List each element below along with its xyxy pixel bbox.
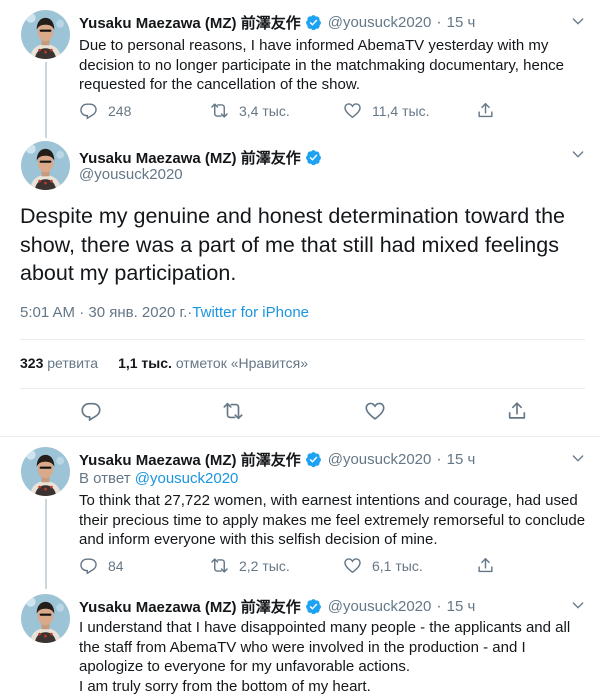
avatar[interactable] bbox=[21, 141, 70, 190]
retweet-button[interactable]: 3,4 тыс. bbox=[210, 101, 343, 120]
share-button[interactable] bbox=[506, 400, 538, 422]
like-count: 6,1 тыс. bbox=[372, 557, 423, 574]
heart-icon bbox=[343, 101, 362, 120]
retweet-icon bbox=[210, 556, 229, 575]
reply-count: 84 bbox=[108, 557, 124, 574]
verified-badge-icon bbox=[305, 598, 322, 615]
separator-dot: · bbox=[436, 597, 442, 615]
like-button[interactable]: 11,4 тыс. bbox=[343, 101, 476, 120]
share-button[interactable] bbox=[476, 101, 505, 120]
likes-stat[interactable]: 1,1 тыс. отметок «Нравится» bbox=[118, 355, 308, 371]
share-icon bbox=[506, 400, 528, 422]
author-name[interactable]: Yusaku Maezawa (MZ) 前澤友作 bbox=[79, 12, 301, 33]
author-handle[interactable]: @yousuck2020 bbox=[328, 598, 432, 615]
retweet-stat-count: 323 bbox=[20, 355, 44, 371]
divider bbox=[20, 339, 585, 340]
reply-icon bbox=[80, 400, 102, 422]
like-button[interactable]: 6,1 тыс. bbox=[343, 556, 476, 575]
retweet-count: 3,4 тыс. bbox=[239, 102, 290, 119]
tweet-text-line: I understand that I have disappointed ma… bbox=[79, 619, 571, 675]
chevron-down-icon[interactable] bbox=[570, 13, 586, 29]
author-handle[interactable]: @yousuck2020 bbox=[79, 166, 183, 183]
chevron-down-icon[interactable] bbox=[570, 450, 586, 466]
reply-to-link[interactable]: @yousuck2020 bbox=[135, 470, 239, 487]
tweet-time[interactable]: 15 ч bbox=[447, 451, 476, 468]
retweet-stat-label: ретвита bbox=[47, 355, 99, 371]
author-name[interactable]: Yusaku Maezawa (MZ) 前澤友作 bbox=[79, 147, 301, 168]
author-handle[interactable]: @yousuck2020 bbox=[328, 14, 432, 31]
tweet-text-line: I am truly sorry from the bottom of my h… bbox=[79, 677, 371, 695]
reply-count: 248 bbox=[108, 102, 132, 119]
avatar[interactable] bbox=[21, 447, 70, 496]
author-name[interactable]: Yusaku Maezawa (MZ) 前澤友作 bbox=[79, 449, 301, 470]
tweet-source-link[interactable]: Twitter for iPhone bbox=[192, 304, 309, 321]
thread-line bbox=[45, 62, 47, 138]
share-icon bbox=[476, 101, 495, 120]
share-icon bbox=[476, 556, 495, 575]
retweet-icon bbox=[210, 101, 229, 120]
tweet-2-focused: Yusaku Maezawa (MZ) 前澤友作 @yousuck2020 De… bbox=[0, 138, 600, 438]
tweet-timestamp[interactable]: 5:01 AM · 30 янв. 2020 г. bbox=[20, 304, 187, 321]
tweet-time[interactable]: 15 ч bbox=[447, 598, 476, 615]
reply-button[interactable]: 248 bbox=[79, 101, 210, 120]
tweet-text: Despite my genuine and honest determinat… bbox=[20, 204, 566, 285]
verified-badge-icon bbox=[305, 149, 322, 166]
tweet-text: I understand that I have disappointed ma… bbox=[79, 618, 594, 696]
chevron-down-icon[interactable] bbox=[570, 597, 586, 613]
avatar[interactable] bbox=[21, 10, 70, 59]
reply-button[interactable] bbox=[80, 400, 222, 422]
heart-icon bbox=[343, 556, 362, 575]
verified-badge-icon bbox=[305, 451, 322, 468]
tweet-3[interactable]: Yusaku Maezawa (MZ) 前澤友作 @yousuck2020 · … bbox=[0, 437, 600, 589]
tweet-time[interactable]: 15 ч bbox=[447, 14, 476, 31]
tweet-4[interactable]: Yusaku Maezawa (MZ) 前澤友作 @yousuck2020 · … bbox=[0, 589, 600, 699]
retweets-stat[interactable]: 323 ретвита bbox=[20, 355, 98, 371]
verified-badge-icon bbox=[305, 14, 322, 31]
retweet-count: 2,2 тыс. bbox=[239, 557, 290, 574]
tweet-text: To think that 27,722 women, with earnest… bbox=[79, 492, 586, 548]
share-button[interactable] bbox=[476, 556, 505, 575]
thread-line bbox=[45, 499, 47, 589]
reply-icon bbox=[79, 101, 98, 120]
author-handle[interactable]: @yousuck2020 bbox=[328, 451, 432, 468]
like-stat-label: отметок «Нравится» bbox=[175, 355, 309, 371]
tweet-text: Due to personal reasons, I have informed… bbox=[79, 37, 565, 93]
heart-icon bbox=[364, 400, 386, 422]
retweet-button[interactable]: 2,2 тыс. bbox=[210, 556, 343, 575]
like-count: 11,4 тыс. bbox=[372, 102, 430, 119]
tweet-1[interactable]: Yusaku Maezawa (MZ) 前澤友作 @yousuck2020 · … bbox=[0, 0, 600, 138]
separator-dot: · bbox=[436, 450, 442, 468]
like-stat-count: 1,1 тыс. bbox=[118, 355, 172, 371]
author-name[interactable]: Yusaku Maezawa (MZ) 前澤友作 bbox=[79, 596, 301, 617]
reply-to-prefix: В ответ bbox=[79, 470, 131, 487]
reply-button[interactable]: 84 bbox=[79, 556, 210, 575]
retweet-icon bbox=[222, 400, 244, 422]
separator-dot: · bbox=[436, 13, 442, 31]
chevron-down-icon[interactable] bbox=[570, 146, 586, 162]
avatar[interactable] bbox=[21, 594, 70, 643]
divider bbox=[20, 388, 585, 389]
retweet-button[interactable] bbox=[222, 400, 364, 422]
reply-icon bbox=[79, 556, 98, 575]
like-button[interactable] bbox=[364, 400, 506, 422]
